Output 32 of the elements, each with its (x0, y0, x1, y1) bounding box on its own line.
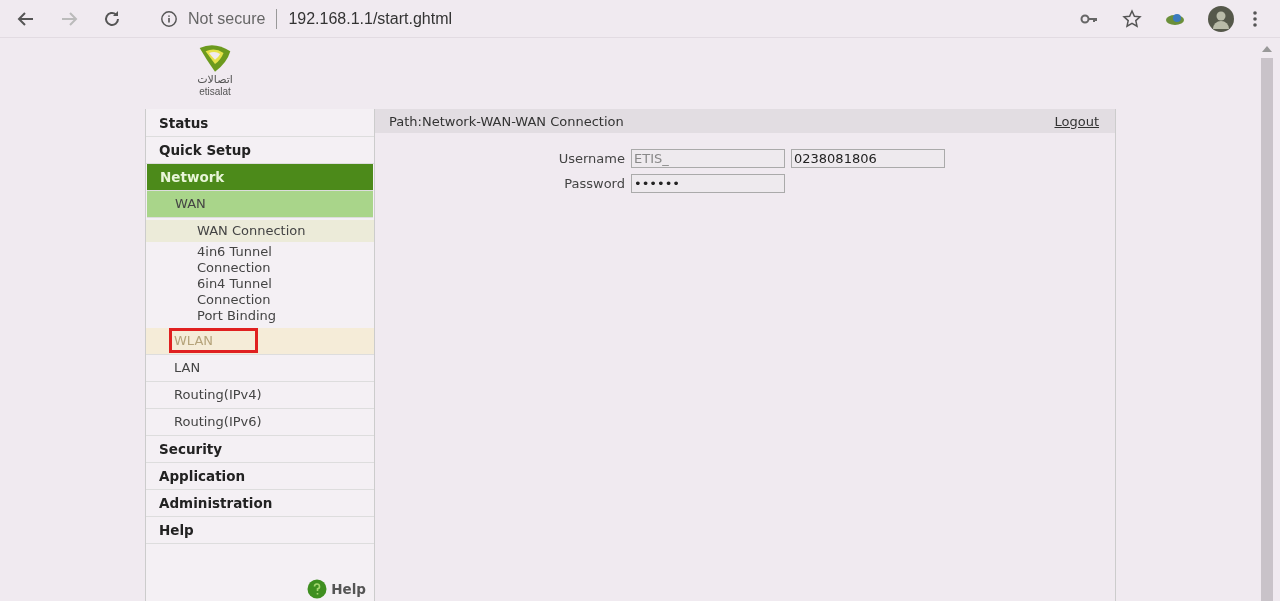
field-label: Password (563, 176, 625, 191)
logo-arabic-text: اتصالات (197, 74, 233, 86)
submenu-item[interactable]: 6in4 Tunnel Connection (146, 276, 325, 308)
input-field[interactable]: 0238081806 (791, 149, 945, 168)
star-icon[interactable] (1122, 8, 1142, 29)
menu-item[interactable]: Application (146, 463, 374, 490)
help-link[interactable]: Help (331, 581, 366, 597)
security-label: Not secure (188, 9, 266, 28)
menu-item[interactable]: Network (147, 164, 373, 191)
menu-item[interactable]: Status (146, 110, 374, 137)
menu-icon[interactable] (1252, 8, 1258, 29)
submenu-item[interactable]: Routing(IPv4) (146, 382, 374, 409)
logo-icon (198, 44, 232, 74)
submenu-item[interactable]: LAN (146, 355, 374, 382)
input-field[interactable]: •••••• (631, 174, 785, 193)
submenu-item[interactable]: Routing(IPv6) (146, 409, 374, 436)
submenu-item[interactable]: WAN Connection (146, 220, 374, 242)
avatar-icon[interactable] (1208, 5, 1234, 32)
menu-item[interactable]: Administration (146, 490, 374, 517)
logout-link[interactable]: Logout (1054, 113, 1099, 129)
submenu-item[interactable]: Port Binding (146, 308, 325, 324)
path-text: Path:Network-WAN-WAN Connection (389, 113, 624, 129)
menu-item[interactable]: Security (146, 436, 374, 463)
submenu-item[interactable]: 4in6 Tunnel Connection (146, 244, 325, 276)
help-icon[interactable] (307, 579, 328, 599)
submenu-item[interactable]: WAN (147, 191, 373, 218)
menu-item[interactable]: Help (146, 517, 374, 544)
logo-text: etisalat (199, 86, 231, 97)
url-text[interactable]: 192.168.1.1/start.ghtml (288, 9, 453, 28)
info-icon[interactable] (160, 9, 178, 28)
scrollbar-thumb[interactable] (1261, 58, 1273, 601)
field-label: Username (557, 151, 625, 166)
